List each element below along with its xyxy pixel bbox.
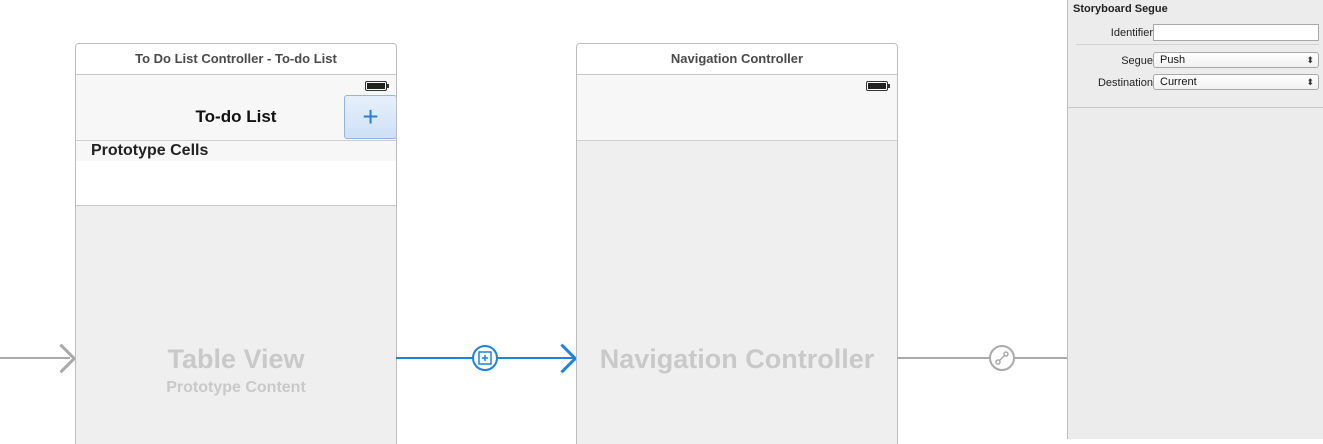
divider — [1076, 44, 1319, 45]
identifier-row: Identifier — [1068, 24, 1323, 44]
todo-list-scene[interactable]: To Do List Controller - To-do List To-do… — [75, 43, 397, 444]
plus-icon: + — [362, 101, 379, 132]
modal-segue-icon[interactable] — [472, 345, 498, 371]
battery-icon — [866, 81, 890, 91]
segue-row: Segue Push ⬍ — [1068, 52, 1323, 72]
updown-chevron-icon: ⬍ — [1306, 55, 1314, 65]
segue-select[interactable]: Push ⬍ — [1153, 52, 1319, 68]
prototype-content-placeholder: Prototype Content — [166, 379, 306, 396]
segue-select-value: Push — [1160, 54, 1186, 66]
prototype-cell[interactable] — [76, 161, 396, 206]
scene-title[interactable]: To Do List Controller - To-do List — [76, 44, 396, 75]
table-view-placeholder: Table View — [167, 344, 305, 374]
add-button[interactable]: + — [344, 95, 396, 139]
push-segue-icon[interactable] — [989, 345, 1015, 371]
push-segue-line[interactable] — [897, 357, 1068, 359]
inspector-section-title: Storyboard Segue — [1073, 3, 1168, 15]
battery-icon — [365, 81, 389, 91]
destination-select[interactable]: Current ⬍ — [1153, 74, 1319, 90]
divider — [1068, 107, 1323, 108]
navigation-bar[interactable] — [577, 75, 897, 141]
storyboard-canvas[interactable]: To Do List Controller - To-do List To-do… — [0, 0, 1068, 444]
identifier-field[interactable] — [1153, 24, 1319, 41]
destination-row: Destination Current ⬍ — [1068, 74, 1323, 94]
scene-title[interactable]: Navigation Controller — [577, 44, 897, 75]
identifier-label: Identifier — [1110, 27, 1153, 39]
segue-label: Segue — [1121, 55, 1153, 67]
selected-segue-arrow-head — [547, 343, 578, 374]
updown-chevron-icon: ⬍ — [1306, 77, 1314, 87]
navigation-bar[interactable]: To-do List + — [76, 75, 396, 141]
prototype-cells-header: Prototype Cells — [76, 141, 396, 161]
entry-arrow-head — [46, 343, 77, 374]
attributes-inspector: Storyboard Segue Identifier Segue Push ⬍… — [1067, 0, 1323, 439]
navigation-controller-placeholder: Navigation Controller — [599, 344, 875, 374]
destination-label: Destination — [1097, 77, 1153, 89]
destination-select-value: Current — [1160, 76, 1197, 88]
navigation-controller-scene[interactable]: Navigation Controller Navigation Control… — [576, 43, 898, 444]
